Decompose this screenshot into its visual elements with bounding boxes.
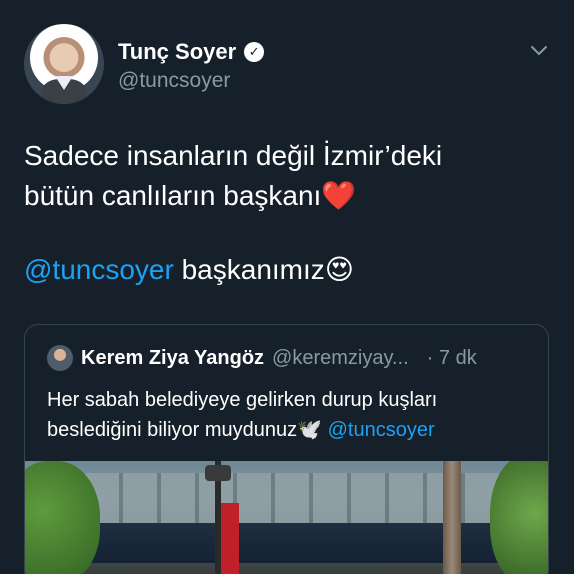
dove-emoji: 🕊️ (297, 419, 323, 441)
heart-eyes-emoji: 😍 (324, 254, 354, 285)
tweet-line-1: Sadece insanların değil İzmir’deki (24, 140, 443, 171)
tweet-header: Tunç Soyer ✓ @tuncsoyer (24, 24, 554, 108)
media-lamp (205, 465, 231, 481)
author-name-row: Tunç Soyer ✓ (118, 39, 265, 65)
quoted-tweet-media[interactable] (25, 461, 548, 574)
quoted-line-2: beslediğini biliyor muydunuz🕊️ @tuncsoye… (47, 415, 527, 445)
heart-emoji: ❤️ (321, 180, 357, 211)
tweet-text: Sadece insanların değil İzmir’deki bütün… (24, 136, 544, 216)
chevron-down-icon-svg (531, 46, 547, 55)
quoted-author-name: Kerem Ziya Yangöz (81, 346, 265, 369)
quoted-tweet-header: Kerem Ziya Yangöz @keremziyay... · 7 dk (47, 345, 477, 371)
quoted-tweet-time: · 7 dk (426, 346, 477, 369)
quoted-line-1: Her sabah belediyeye gelirken durup kuşl… (47, 389, 438, 411)
media-tree-right (490, 461, 548, 574)
media-flag (221, 503, 239, 574)
author-handle[interactable]: @tuncsoyer (118, 69, 230, 93)
media-palm-trunk (443, 461, 461, 574)
quoted-tweet-card[interactable]: Kerem Ziya Yangöz @keremziyay... · 7 dk … (24, 324, 549, 574)
author-avatar[interactable] (24, 24, 104, 104)
quoted-author-avatar (47, 345, 73, 371)
tweet-line-2: bütün canlıların başkanı❤️ (24, 176, 544, 216)
tweet-line-2-text: bütün canlıların başkanı (24, 180, 322, 211)
quoted-tweet-text: Her sabah belediyeye gelirken durup kuşl… (47, 385, 527, 445)
mention-link[interactable]: @tuncsoyer (24, 254, 174, 285)
tweet-line-3-text: başkanımız (173, 254, 325, 285)
media-building (85, 473, 505, 528)
media-awning (45, 523, 545, 563)
quoted-mention-link[interactable]: @tuncsoyer (328, 419, 435, 441)
verified-badge-icon: ✓ (244, 42, 265, 62)
tweet-line-3: @tuncsoyer başkanımız😍 (24, 250, 354, 290)
author-display-name[interactable]: Tunç Soyer (118, 39, 236, 65)
quoted-author-handle: @keremziyay... (272, 346, 409, 369)
chevron-down-icon[interactable] (528, 40, 550, 62)
quoted-line-2-text: beslediğini biliyor muydunuz (47, 419, 298, 441)
